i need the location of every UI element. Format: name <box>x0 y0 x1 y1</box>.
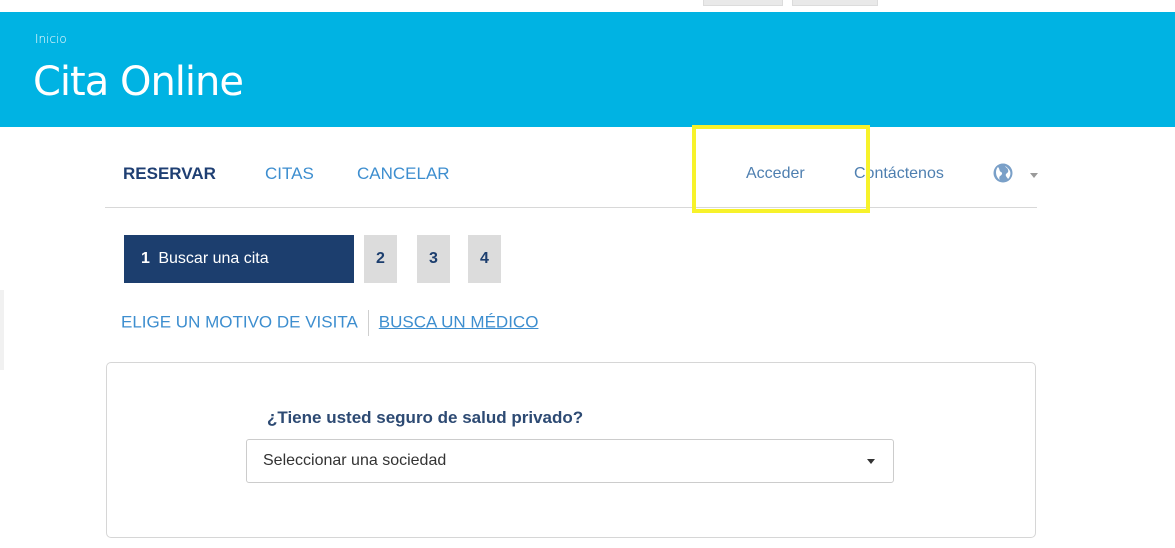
chevron-down-icon <box>867 459 875 464</box>
breadcrumb-home[interactable]: Inicio <box>35 32 67 46</box>
nav-cancelar[interactable]: CANCELAR <box>357 164 450 184</box>
page-title: Cita Online <box>33 59 244 105</box>
browser-tab[interactable] <box>703 0 783 6</box>
filter-doctor[interactable]: BUSCA UN MÉDICO <box>379 312 539 331</box>
header-banner: Inicio Cita Online <box>0 12 1175 127</box>
select-value: Seleccionar una sociedad <box>263 452 447 469</box>
chevron-down-icon[interactable] <box>1030 173 1038 178</box>
step-3[interactable]: 3 <box>417 235 450 283</box>
insurance-select[interactable]: Seleccionar una sociedad <box>246 439 894 483</box>
insurance-card: ¿Tiene usted seguro de salud privado? Se… <box>106 362 1036 538</box>
search-mode-switch: ELIGE UN MOTIVO DE VISITA BUSCA UN MÉDICO <box>121 310 538 336</box>
filter-divider <box>367 310 369 336</box>
top-strip <box>0 0 1175 12</box>
nav-reservar[interactable]: RESERVAR <box>123 164 216 184</box>
step-label: Buscar una cita <box>158 250 269 267</box>
main-nav: RESERVAR CITAS CANCELAR Acceder Contácte… <box>105 140 1038 208</box>
step-1-active[interactable]: 1 Buscar una cita <box>124 235 354 283</box>
highlight-box <box>692 125 870 213</box>
left-edge-divider <box>0 290 4 370</box>
browser-tab[interactable] <box>792 0 878 6</box>
insurance-question: ¿Tiene usted seguro de salud privado? <box>267 408 584 427</box>
filter-motive[interactable]: ELIGE UN MOTIVO DE VISITA <box>121 312 358 331</box>
step-2[interactable]: 2 <box>364 235 397 283</box>
globe-icon[interactable] <box>993 163 1013 183</box>
step-4[interactable]: 4 <box>468 235 501 283</box>
step-number: 1 <box>141 250 150 267</box>
nav-citas[interactable]: CITAS <box>265 164 314 184</box>
